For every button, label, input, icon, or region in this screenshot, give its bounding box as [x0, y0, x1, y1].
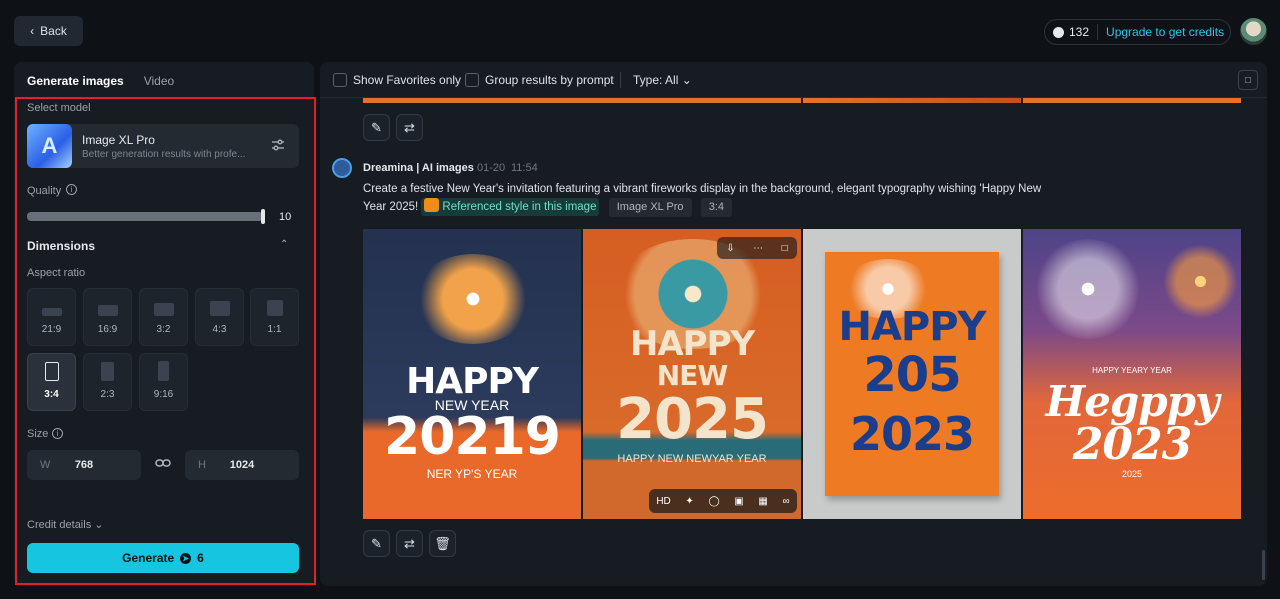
ratio-shape-icon — [209, 301, 230, 316]
image-hover-toolbar: ⇩ ⋯ □ — [717, 237, 797, 259]
divider — [620, 72, 621, 88]
hd-upscale-button[interactable]: HD — [656, 496, 670, 507]
back-button[interactable]: ‹ Back — [14, 16, 83, 46]
credit-coin-icon — [1053, 26, 1064, 38]
image-edit-toolbar: HD ✦ ◯ ▣ ▦ ∞ — [649, 489, 797, 513]
ratio-tag: 3:4 — [700, 198, 733, 217]
ratio-shape-icon — [101, 362, 114, 381]
aspect-ratio-3-4[interactable]: 3:4 — [27, 353, 76, 411]
entry-date: 01-20 — [477, 162, 506, 174]
aspect-ratio-3-2[interactable]: 3:2 — [139, 288, 188, 346]
panel-tabs: Generate images Video — [27, 74, 174, 88]
previous-image-strip — [1023, 98, 1241, 103]
aspect-ratio-21-9[interactable]: 21:9 — [27, 288, 76, 346]
info-icon: i — [66, 184, 77, 195]
ratio-shape-icon — [158, 361, 169, 381]
fireworks-burst — [413, 254, 533, 344]
sliders-icon[interactable] — [271, 138, 285, 152]
group-label: Group results by prompt — [485, 73, 614, 87]
generated-image[interactable]: HAPPY NEW 2025 HAPPY NEW NEWYAR YEAR — [583, 229, 801, 519]
aspect-ratio-2-3[interactable]: 2:3 — [83, 353, 132, 411]
quality-slider-track[interactable] — [27, 212, 263, 221]
eraser-icon[interactable]: ◯ — [708, 496, 719, 507]
bookmark-icon[interactable]: □ — [782, 243, 788, 254]
entry-time: 11:54 — [511, 162, 538, 174]
edit-icon[interactable]: ✎ — [363, 530, 390, 557]
regenerate-icon[interactable]: ⇄ — [396, 530, 423, 557]
chevron-up-icon[interactable]: ⌃ — [280, 239, 288, 250]
size-label: Size — [27, 428, 49, 440]
credits-badge[interactable]: 132 Upgrade to get credits — [1044, 19, 1231, 45]
quality-slider-thumb[interactable] — [261, 209, 265, 224]
top-bar: ‹ Back 132 Upgrade to get credits — [0, 0, 1280, 62]
magic-wand-icon[interactable]: ✦ — [685, 496, 693, 507]
folder-icon[interactable]: □ — [1238, 70, 1258, 90]
back-label: Back — [40, 24, 67, 38]
aspect-ratio-4-3[interactable]: 4:3 — [195, 288, 244, 346]
type-filter[interactable]: Type: All ⌄ — [633, 73, 692, 87]
quality-label: Quality — [27, 185, 62, 197]
ratio-shape-icon — [44, 362, 59, 381]
chevron-down-icon: ⌄ — [94, 519, 104, 531]
credit-coin-icon: ➤ — [180, 552, 192, 564]
scrollbar[interactable] — [1262, 550, 1265, 580]
model-description: Better generation results with profe... — [82, 149, 246, 160]
tab-video[interactable]: Video — [144, 74, 174, 88]
height-input[interactable]: H 1024 — [185, 450, 299, 480]
info-icon: i — [52, 428, 63, 439]
aspect-ratio-label: Aspect ratio — [27, 267, 86, 279]
generate-button[interactable]: Generate ➤ 6 — [27, 543, 299, 573]
credits-count: 132 — [1045, 24, 1099, 40]
trash-icon[interactable]: 🗑 — [429, 530, 456, 557]
previous-image-strip — [363, 98, 801, 103]
model-thumbnail: A — [27, 124, 72, 168]
previous-image-strip — [803, 98, 1021, 103]
select-model-label: Select model — [27, 102, 91, 114]
width-input[interactable]: W 768 — [27, 450, 141, 480]
link-icon[interactable] — [155, 456, 171, 472]
prompt-text: Create a festive New Year's invitation f… — [363, 181, 1063, 217]
favorites-label: Show Favorites only — [353, 73, 462, 87]
edit-icon[interactable]: ✎ — [363, 114, 390, 141]
link-icon[interactable]: ∞ — [782, 496, 789, 507]
model-tag: Image XL Pro — [608, 198, 692, 217]
fireworks-burst — [1033, 239, 1143, 339]
filter-bar: Show Favorites only Group results by pro… — [320, 62, 1267, 98]
favorites-checkbox[interactable] — [333, 73, 347, 87]
chevron-down-icon: ⌄ — [681, 73, 692, 87]
chevron-left-icon: ‹ — [30, 24, 35, 38]
expand-icon[interactable]: ▣ — [734, 496, 743, 507]
avatar[interactable] — [1240, 18, 1267, 45]
reference-style-chip[interactable]: Referenced style in this image — [421, 198, 600, 216]
model-selector[interactable]: A Image XL Pro Better generation results… — [27, 124, 299, 168]
ratio-shape-icon — [153, 303, 174, 316]
dimensions-title: Dimensions — [27, 239, 96, 253]
quality-value: 10 — [279, 211, 292, 223]
ratio-shape-icon — [41, 308, 62, 316]
dreamina-logo-icon — [332, 158, 352, 178]
tab-generate-images[interactable]: Generate images — [27, 74, 124, 88]
entry-author: Dreamina | AI images — [363, 162, 474, 174]
model-name: Image XL Pro — [82, 133, 155, 147]
regenerate-icon[interactable]: ⇄ — [396, 114, 423, 141]
more-icon[interactable]: ⋯ — [753, 243, 763, 254]
download-icon[interactable]: ⇩ — [726, 243, 734, 254]
generated-image[interactable]: HAPPY YEARY YEAR Hegppy 2023 2025 — [1023, 229, 1241, 519]
group-checkbox[interactable] — [465, 73, 479, 87]
generated-image[interactable]: HAPPY 205 2023 — [803, 229, 1021, 519]
aspect-ratio-9-16[interactable]: 9:16 — [139, 353, 188, 411]
credit-details-toggle[interactable]: Credit details ⌄ — [27, 518, 103, 531]
aspect-ratio-16-9[interactable]: 16:9 — [83, 288, 132, 346]
image-thumbnail-icon — [424, 198, 440, 212]
fireworks-burst — [1163, 244, 1238, 319]
generated-image[interactable]: HAPPY NEW YEAR 20219 NER YP'S YEAR — [363, 229, 581, 519]
ratio-shape-icon — [266, 300, 283, 316]
aspect-ratio-1-1[interactable]: 1:1 — [250, 288, 299, 346]
crop-icon[interactable]: ▦ — [758, 496, 767, 507]
upgrade-link[interactable]: Upgrade to get credits — [1098, 25, 1224, 39]
ratio-shape-icon — [97, 305, 118, 316]
